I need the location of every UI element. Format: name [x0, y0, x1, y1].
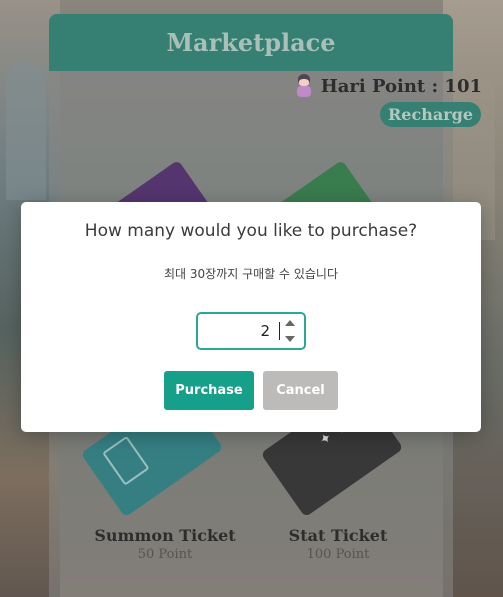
- dialog-title: How many would you like to purchase?: [84, 221, 418, 241]
- purchase-dialog: How many would you like to purchase? 최대 …: [21, 202, 481, 432]
- decrement-icon[interactable]: [285, 336, 295, 342]
- dialog-subtitle: 최대 30장까지 구매할 수 있습니다: [163, 267, 339, 281]
- text-cursor: [279, 322, 280, 340]
- purchase-button[interactable]: Purchase: [164, 371, 254, 410]
- cancel-button[interactable]: Cancel: [263, 371, 338, 410]
- increment-icon[interactable]: [285, 320, 295, 326]
- quantity-stepper[interactable]: 2: [196, 312, 306, 350]
- spinner[interactable]: [284, 320, 296, 342]
- quantity-value[interactable]: 2: [198, 322, 278, 340]
